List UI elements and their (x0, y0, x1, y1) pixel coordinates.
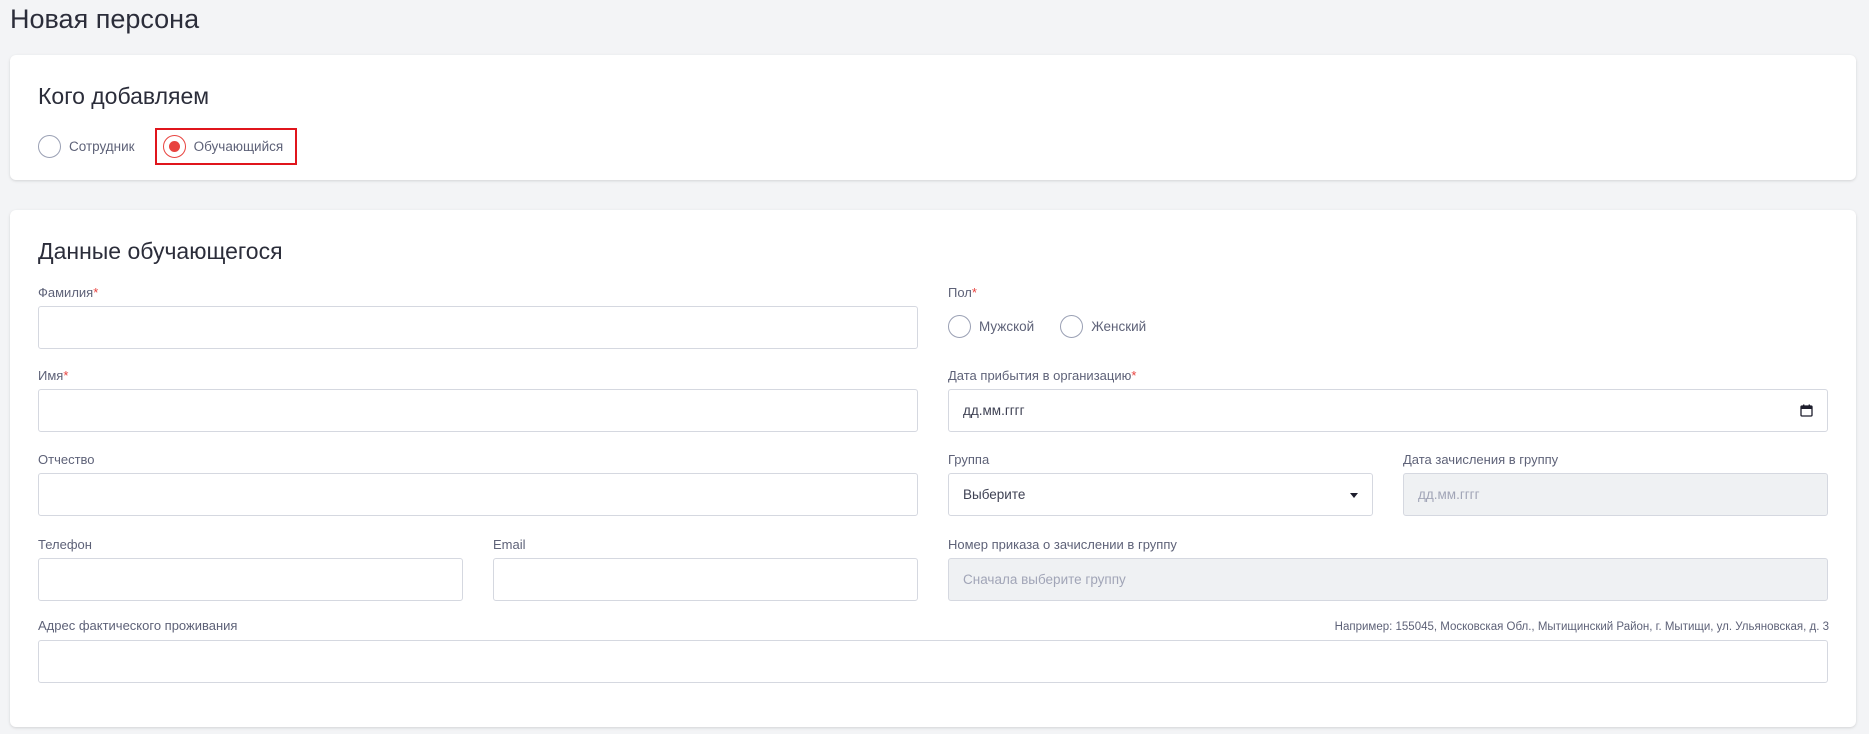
arrival-date-label: Дата прибытия в организацию* (948, 368, 1137, 383)
who-card-title: Кого добавляем (38, 83, 210, 109)
gender-radio-group: Мужской Женский (948, 315, 1146, 338)
enroll-date-input: дд.мм.гггг (1403, 473, 1828, 516)
page-title: Новая персона (10, 4, 200, 34)
first-name-label: Имя* (38, 368, 69, 383)
radio-student[interactable]: Обучающийся (154, 128, 298, 165)
first-name-input[interactable] (38, 389, 918, 432)
gender-label: Пол* (948, 285, 977, 300)
radio-employee[interactable]: Сотрудник (38, 135, 135, 158)
email-label: Email (493, 537, 526, 552)
radio-male[interactable]: Мужской (948, 315, 1034, 338)
address-input[interactable] (38, 640, 1828, 683)
required-mark: * (971, 285, 977, 300)
radio-student-label: Обучающийся (193, 139, 284, 154)
required-mark: * (1131, 368, 1137, 383)
phone-label: Телефон (38, 537, 92, 552)
enroll-date-label: Дата зачисления в группу (1403, 452, 1559, 467)
radio-male-label: Мужской (979, 319, 1035, 334)
group-select[interactable]: Выберите (948, 473, 1373, 516)
last-name-label: Фамилия* (38, 285, 99, 300)
required-mark: * (93, 285, 99, 300)
chevron-down-icon (1350, 493, 1358, 498)
radio-employee-circle[interactable] (38, 135, 61, 158)
radio-female-label: Женский (1091, 319, 1147, 334)
group-select-value: Выберите (963, 487, 1026, 502)
patronymic-input[interactable] (38, 473, 918, 516)
address-label: Адрес фактического проживания (38, 618, 238, 633)
radio-female[interactable]: Женский (1060, 315, 1146, 338)
enroll-date-placeholder: дд.мм.гггг (1418, 487, 1480, 502)
person-type-radio-group: Сотрудник Обучающийся (38, 128, 298, 165)
email-input[interactable] (493, 558, 918, 601)
group-label: Группа (948, 452, 990, 467)
required-mark: * (63, 368, 69, 383)
student-data-card: Данные обучающегося Фамилия* Имя* Отчест… (10, 210, 1856, 727)
radio-male-circle[interactable] (948, 315, 971, 338)
who-card: Кого добавляем Сотрудник Обучающийся (10, 55, 1856, 180)
order-number-placeholder: Сначала выберите группу (963, 572, 1126, 587)
order-number-input: Сначала выберите группу (948, 558, 1828, 601)
radio-employee-label: Сотрудник (69, 139, 135, 154)
arrival-date-placeholder: дд.мм.гггг (963, 403, 1025, 418)
student-card-title: Данные обучающегося (38, 238, 283, 264)
patronymic-label: Отчество (38, 452, 95, 467)
radio-female-circle[interactable] (1060, 315, 1084, 338)
radio-student-circle[interactable] (162, 135, 186, 158)
address-hint: Например: 155045, Московская Обл., Мытищ… (1334, 621, 1829, 633)
arrival-date-input[interactable]: дд.мм.гггг (948, 389, 1828, 432)
phone-input[interactable] (38, 558, 463, 601)
order-number-label: Номер приказа о зачислении в группу (948, 537, 1177, 552)
last-name-input[interactable] (38, 306, 918, 349)
calendar-icon[interactable] (1800, 404, 1813, 417)
